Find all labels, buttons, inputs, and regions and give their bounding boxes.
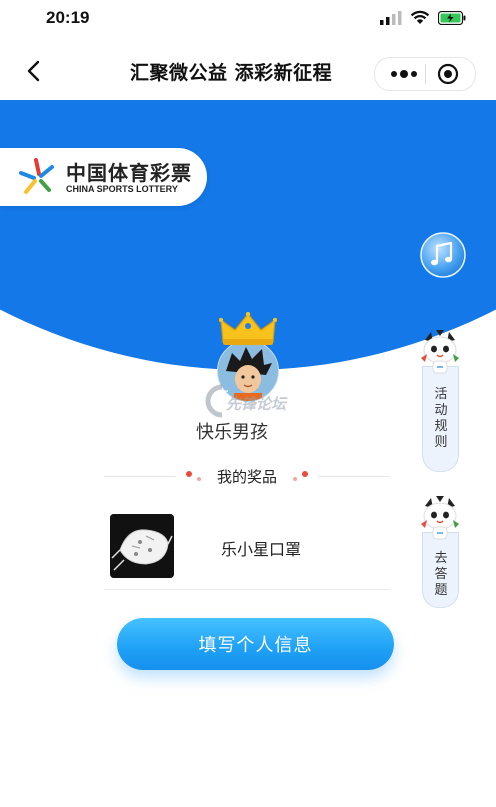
close-mini-program-button[interactable] bbox=[437, 63, 459, 85]
mini-program-capsule bbox=[374, 57, 476, 91]
more-dots-icon bbox=[391, 70, 417, 78]
target-circle-icon bbox=[437, 63, 459, 85]
chevron-left-icon bbox=[27, 60, 40, 82]
battery-charging-icon bbox=[438, 10, 466, 25]
nav-bar: 汇聚微公益 添彩新征程 bbox=[0, 44, 496, 100]
panda-mascot-icon bbox=[421, 330, 459, 374]
prize-thumbnail bbox=[110, 514, 174, 578]
prize-name: 乐小星口罩 bbox=[221, 540, 302, 559]
answer-questions-tab[interactable]: 去答题 bbox=[422, 532, 459, 608]
user-avatar-group bbox=[211, 312, 283, 402]
answer-questions-label: 去答题 bbox=[434, 551, 448, 598]
fill-personal-info-label: 填写个人信息 bbox=[198, 635, 313, 655]
page-title: 汇聚微公益 添彩新征程 bbox=[130, 62, 333, 84]
capsule-divider bbox=[425, 64, 426, 84]
prize-section-header: 我的奖品 bbox=[104, 462, 390, 490]
panda-mascot-icon bbox=[421, 496, 459, 540]
watermark-text: 先锋论坛 bbox=[226, 395, 287, 413]
logo-chinese-text: 中国体育彩票 bbox=[66, 161, 192, 185]
crown-icon bbox=[219, 312, 277, 345]
decor-dot bbox=[302, 471, 308, 477]
face-mask-image bbox=[110, 514, 174, 578]
prize-section-title: 我的奖品 bbox=[216, 468, 277, 486]
lottery-logo-card: 中国体育彩票 CHINA SPORTS LOTTERY bbox=[0, 148, 207, 206]
prize-list-item[interactable]: 乐小星口罩 bbox=[104, 505, 390, 590]
status-icons bbox=[380, 10, 466, 25]
back-button[interactable] bbox=[18, 54, 52, 88]
logo-english-text: CHINA SPORTS LOTTERY bbox=[66, 184, 178, 194]
lottery-star-logo-icon bbox=[19, 158, 54, 194]
decor-dot bbox=[293, 477, 297, 481]
music-note-icon bbox=[420, 232, 466, 278]
more-menu-button[interactable] bbox=[389, 66, 419, 82]
cellular-signal-icon bbox=[380, 10, 402, 25]
status-bar: 20:19 bbox=[0, 0, 496, 40]
username: 快乐男孩 bbox=[196, 422, 268, 443]
music-toggle-button[interactable] bbox=[420, 232, 466, 278]
wifi-icon bbox=[410, 10, 430, 24]
fill-personal-info-button[interactable]: 填写个人信息 bbox=[117, 618, 394, 670]
activity-rules-label: 活动规则 bbox=[434, 387, 448, 450]
activity-rules-tab[interactable]: 活动规则 bbox=[422, 366, 459, 472]
status-time: 20:19 bbox=[46, 8, 90, 27]
